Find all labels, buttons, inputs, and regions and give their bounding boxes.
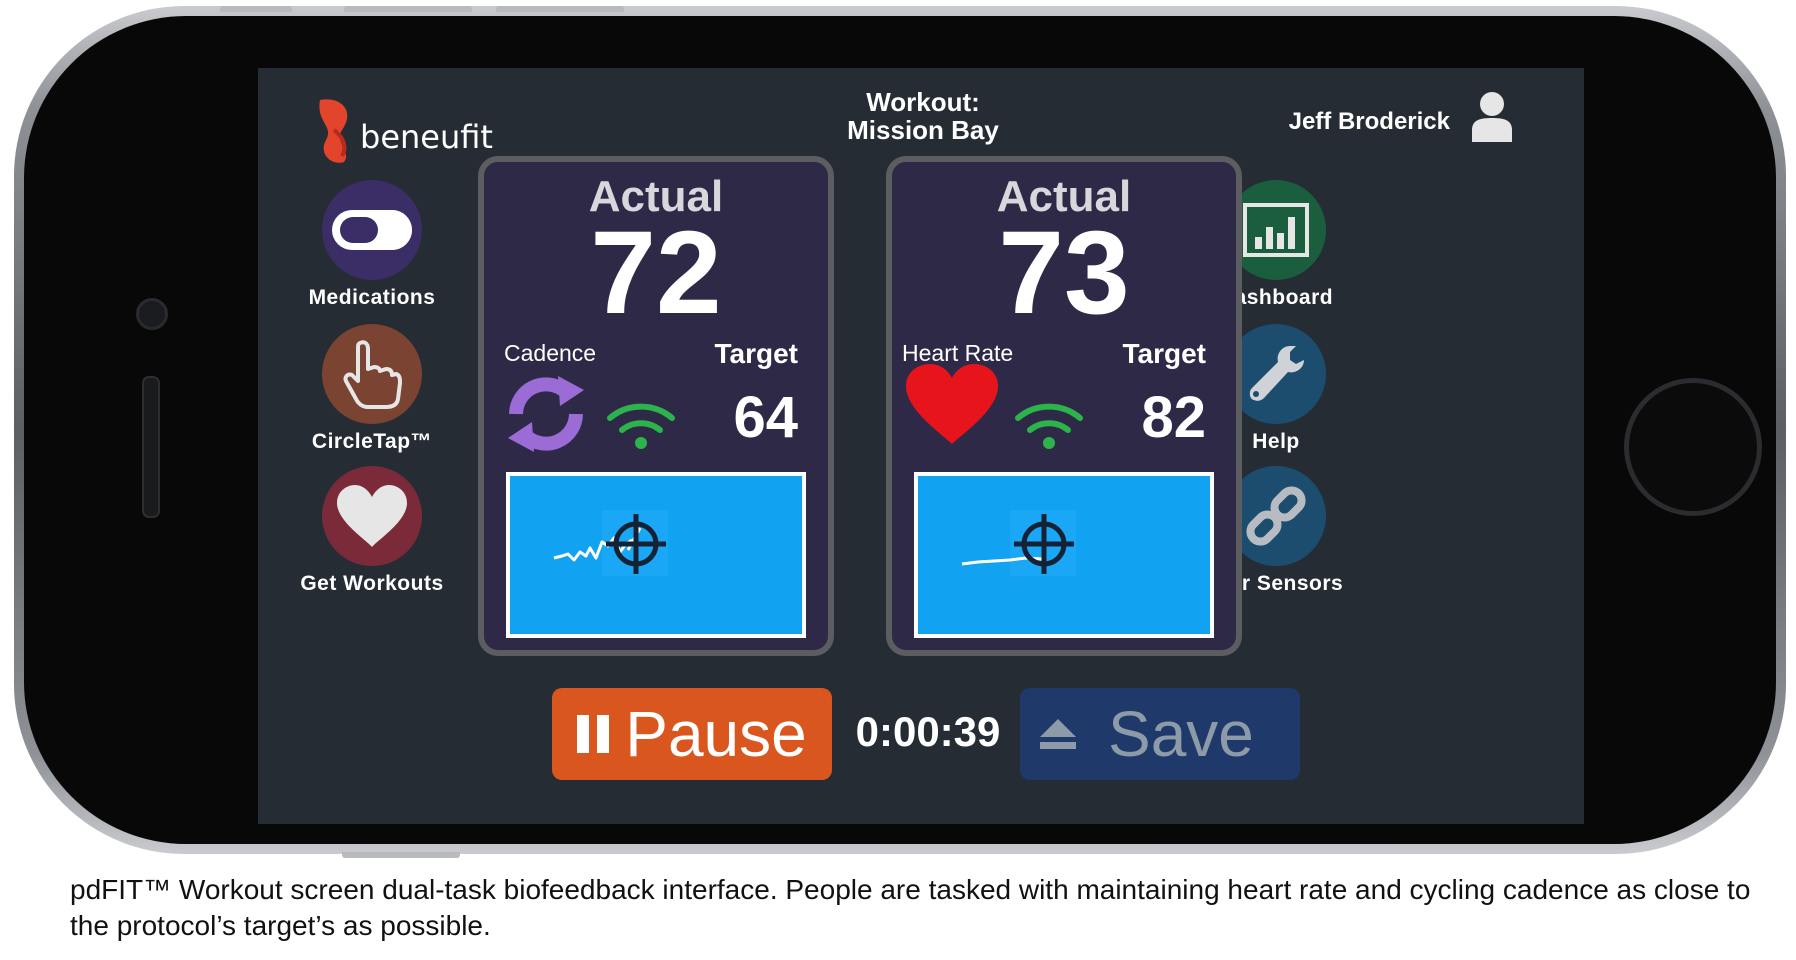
cadence-panel: Actual 72 Cadence Target 64 [478,156,834,656]
save-button[interactable]: Save [1020,688,1300,780]
heart-rate-feedback-graph [914,472,1214,638]
pill-icon [332,210,412,250]
workout-title: Workout: Mission Bay [778,88,1068,144]
target-label: Target [1122,338,1207,369]
mute-switch [220,6,292,12]
workout-title-line2: Mission Bay [847,115,999,145]
medications-circle [322,180,422,280]
bar-chart-icon [1243,203,1309,257]
cadence-label: Cadence [504,340,597,366]
hand-pointer-icon [343,340,402,409]
front-camera [136,298,168,330]
workout-timer: 0:00:39 [855,708,1001,755]
home-button[interactable] [1624,378,1762,516]
figure-caption: pdFIT™ Workout screen dual-task biofeedb… [70,874,1751,941]
target-heart-rate-value: 82 [1141,385,1206,450]
actual-cadence-value: 72 [590,207,722,339]
sync-icon [504,374,588,459]
cadence-feedback-graph [506,472,806,638]
get-workouts-circle [322,466,422,566]
medications-label: Medications [308,286,436,309]
earpiece-speaker [142,376,160,518]
target-cadence-value: 64 [733,385,798,450]
eject-icon [1040,719,1076,749]
logo-mark-icon [319,99,348,163]
heart-icon [904,362,1000,451]
phone-bezel: beneufit Workout: Mission Bay Jeff Brode… [24,16,1776,844]
phone-frame: beneufit Workout: Mission Bay Jeff Brode… [14,6,1786,858]
user-name[interactable]: Jeff Broderick [1228,108,1450,136]
workout-title-line1: Workout: [866,87,980,117]
heart-rate-panel: Actual 73 Heart Rate Target 82 [886,156,1242,656]
app-screen: beneufit Workout: Mission Bay Jeff Brode… [258,68,1584,824]
actual-heart-rate-value: 73 [998,207,1130,339]
wifi-signal-icon [1014,402,1084,455]
medications-button[interactable]: Medications [282,180,462,310]
circletap-button[interactable]: CircleTap™ [282,324,462,454]
save-label: Save [1108,698,1254,770]
volume-up-button [344,6,472,12]
wifi-signal-icon [606,402,676,455]
get-workouts-button[interactable]: Get Workouts [282,466,462,596]
link-icon [1246,486,1306,546]
target-label: Target [714,338,799,369]
pause-button[interactable]: Pause [552,688,832,780]
brand-name: beneufit [360,118,493,156]
volume-down-button [496,6,624,12]
circletap-label: CircleTap™ [311,430,433,453]
pause-icon [577,715,610,753]
user-avatar-icon[interactable] [1468,90,1516,142]
wrench-icon [1249,346,1304,401]
heart-icon [337,485,407,547]
pause-label: Pause [625,698,807,770]
circletap-circle [322,324,422,424]
power-button [342,852,460,858]
get-workouts-label: Get Workouts [300,572,444,595]
